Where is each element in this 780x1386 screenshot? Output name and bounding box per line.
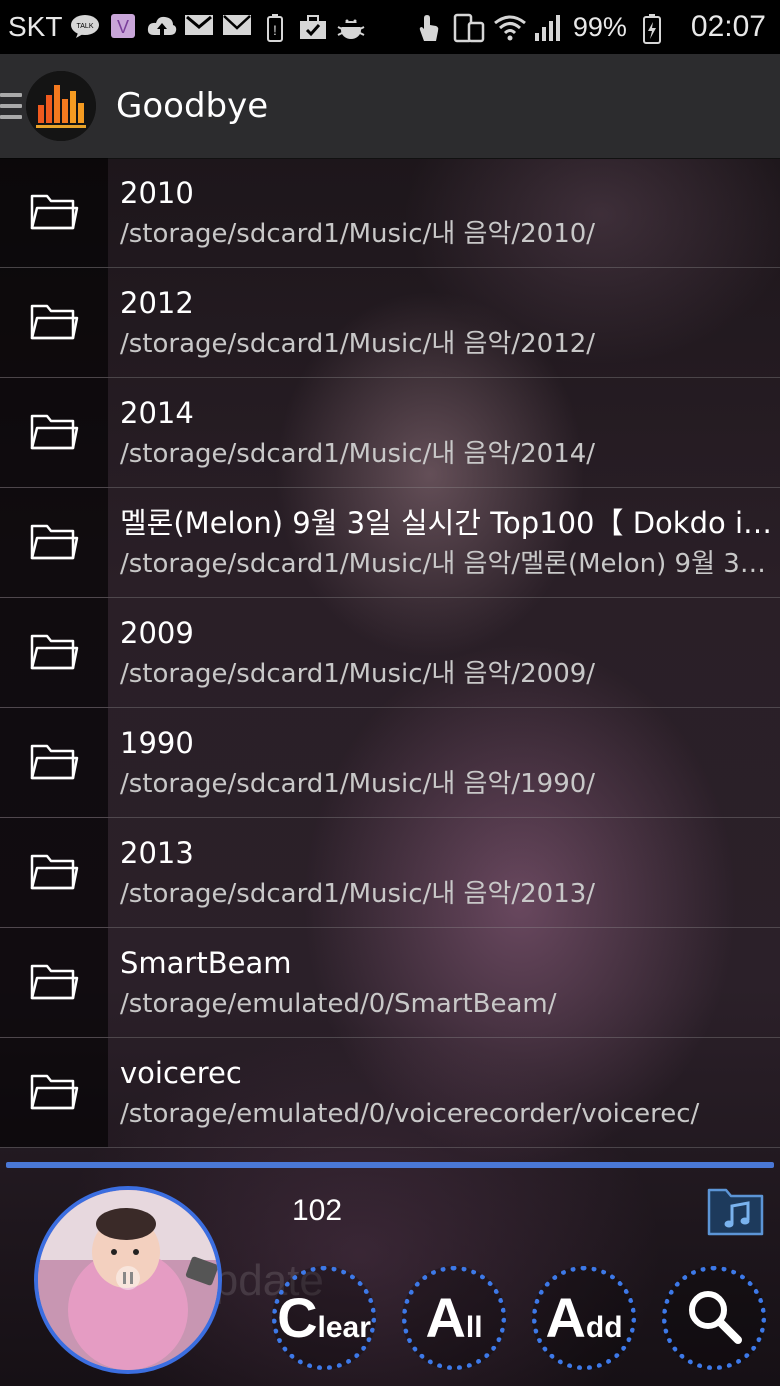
svg-text:!: ! (274, 22, 278, 38)
action-bar: Goodbye (0, 54, 780, 159)
folder-path: /storage/sdcard1/Music/내 음악/2010/ (120, 218, 596, 249)
folder-icon (29, 850, 79, 896)
folder-name: voicerec (120, 1055, 242, 1090)
folder-name: 2009 (120, 615, 194, 650)
folder-path: /storage/sdcard1/Music/내 음악/1990/ (120, 768, 596, 799)
folder-path: /storage/sdcard1/Music/내 음악/2012/ (120, 328, 596, 359)
clipboard-icon (298, 13, 328, 41)
list-item[interactable]: 멜론(Melon) 9월 3일 실시간 Top100【 Dokdo i… /sto… (0, 488, 780, 598)
wifi-icon (493, 13, 526, 41)
clear-button[interactable]: Clear (272, 1266, 376, 1370)
folder-icon (29, 960, 79, 1006)
folder-path: /storage/sdcard1/Music/내 음악/2014/ (120, 438, 596, 469)
folder-icon (29, 300, 79, 346)
all-button[interactable]: All (402, 1266, 506, 1370)
folder-path: /storage/emulated/0/voicerecorder/voicer… (120, 1098, 700, 1129)
list-item[interactable]: 2014/storage/sdcard1/Music/내 음악/2014/ (0, 378, 780, 488)
list-item[interactable]: 2009/storage/sdcard1/Music/내 음악/2009/ (0, 598, 780, 708)
svg-text:V: V (117, 17, 129, 37)
folder-name: 1990 (120, 725, 194, 760)
clock: 02:07 (690, 10, 766, 43)
add-button[interactable]: Add (532, 1266, 636, 1370)
status-bar: SKT TALK V ! 99% 02:07 (0, 0, 780, 54)
folder-icon (29, 520, 79, 566)
folder-icon (29, 190, 79, 236)
track-count: 102 (292, 1194, 343, 1227)
mail-icon (222, 13, 252, 41)
touch-icon (413, 13, 443, 41)
search-button[interactable] (662, 1266, 766, 1370)
search-icon (684, 1286, 744, 1350)
mini-player: Update 102 Clear All Add (0, 1168, 780, 1386)
device-icon (453, 13, 485, 43)
app-logo-icon[interactable] (26, 71, 96, 141)
folder-name: SmartBeam (120, 945, 292, 980)
folder-icon (29, 630, 79, 676)
list-item[interactable]: voicerec/storage/emulated/0/voicerecorde… (0, 1038, 780, 1148)
folder-name: 2010 (120, 175, 194, 210)
folder-path: /storage/sdcard1/Music/내 음악/멜론(Melon) 9월… (120, 548, 766, 579)
album-art[interactable] (34, 1186, 222, 1374)
viber-icon: V (108, 13, 138, 41)
talk-icon: TALK (70, 13, 100, 41)
battery-icon (637, 13, 667, 44)
folder-name: 멜론(Melon) 9월 3일 실시간 Top100【 Dokdo i… (120, 505, 773, 540)
folder-icon (29, 1070, 79, 1116)
battery-percent: 99% (572, 11, 627, 42)
list-item[interactable]: 2010/storage/sdcard1/Music/내 음악/2010/ (0, 158, 780, 268)
music-folder-icon[interactable] (706, 1184, 766, 1238)
folder-path: /storage/sdcard1/Music/내 음악/2009/ (120, 658, 596, 689)
upload-icon (146, 13, 177, 41)
folder-name: 2013 (120, 835, 194, 870)
battery-saver-icon: ! (260, 13, 290, 42)
svg-text:TALK: TALK (77, 23, 94, 30)
page-title: Goodbye (116, 86, 269, 126)
folder-name: 2014 (120, 395, 194, 430)
folder-list: 2010/storage/sdcard1/Music/내 음악/2010/ 20… (0, 158, 780, 1148)
folder-icon (29, 410, 79, 456)
folder-path: /storage/sdcard1/Music/내 음악/2013/ (120, 878, 596, 909)
android-debug-icon (336, 13, 366, 41)
list-item[interactable]: 1990/storage/sdcard1/Music/내 음악/1990/ (0, 708, 780, 818)
folder-name: 2012 (120, 285, 194, 320)
folder-icon (29, 740, 79, 786)
gmail-icon (184, 13, 214, 41)
list-item[interactable]: 2012/storage/sdcard1/Music/내 음악/2012/ (0, 268, 780, 378)
list-item[interactable]: SmartBeam/storage/emulated/0/SmartBeam/ (0, 928, 780, 1038)
list-item[interactable]: 2013/storage/sdcard1/Music/내 음악/2013/ (0, 818, 780, 928)
drawer-menu-icon[interactable] (0, 89, 22, 123)
carrier-label: SKT (8, 11, 63, 42)
folder-path: /storage/emulated/0/SmartBeam/ (120, 988, 557, 1019)
signal-icon (533, 13, 563, 41)
